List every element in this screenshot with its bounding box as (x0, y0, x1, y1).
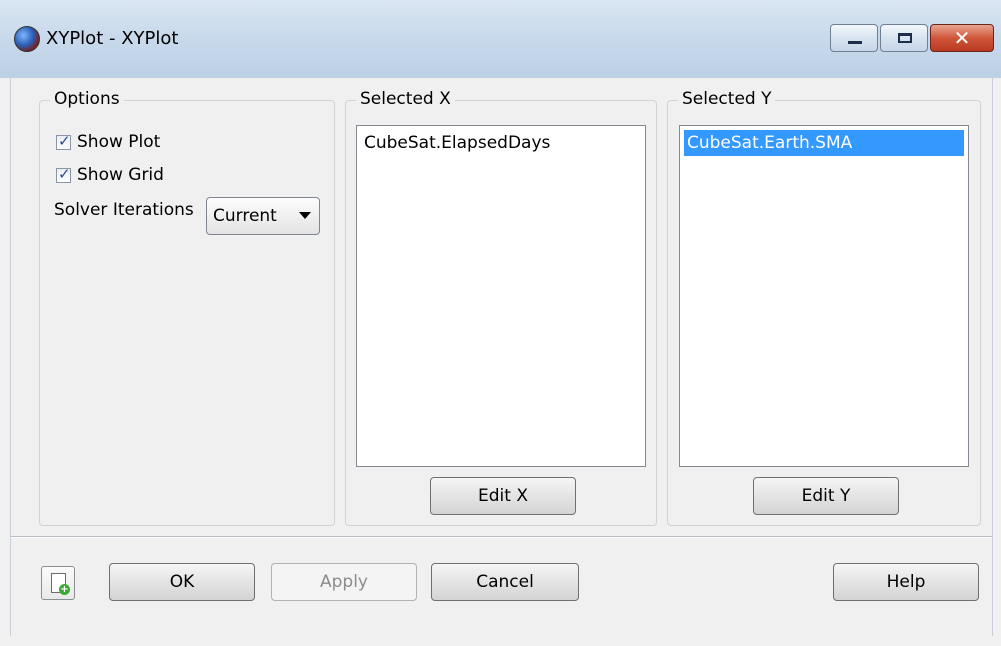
list-item[interactable]: CubeSat.Earth.SMA (684, 130, 964, 156)
checkmark-icon: ✓ (58, 131, 71, 150)
selected-x-list[interactable]: CubeSat.ElapsedDays (356, 125, 646, 467)
dialog-client-area: Options ✓ Show Plot ✓ Show Grid Solver I… (10, 78, 993, 636)
selected-y-list[interactable]: CubeSat.Earth.SMA (679, 125, 969, 467)
selected-y-group-label: Selected Y (678, 89, 776, 109)
show-plot-row[interactable]: ✓ Show Plot (56, 132, 160, 152)
apply-button[interactable]: Apply (271, 563, 417, 601)
selected-x-group-label: Selected X (356, 89, 455, 109)
show-grid-row[interactable]: ✓ Show Grid (56, 165, 164, 185)
window-title: XYPlot - XYPlot (46, 28, 179, 49)
minimize-button[interactable] (830, 24, 878, 52)
xyplot-window: XYPlot - XYPlot ✕ Options ✓ Show Plot ✓ … (0, 0, 1001, 646)
selected-y-group: Selected Y CubeSat.Earth.SMA Edit Y (667, 89, 981, 526)
maximize-icon (898, 33, 912, 43)
new-document-button[interactable]: + (41, 566, 75, 600)
solver-iterations-value: Current (213, 206, 277, 226)
minimize-icon (848, 41, 862, 44)
show-grid-checkbox[interactable]: ✓ (56, 164, 71, 183)
solver-iterations-select[interactable]: Current (206, 197, 320, 235)
show-grid-label: Show Grid (77, 165, 164, 185)
maximize-button[interactable] (880, 24, 928, 52)
caption-buttons: ✕ (830, 24, 994, 54)
options-group: Options ✓ Show Plot ✓ Show Grid Solver I… (39, 89, 335, 526)
help-button[interactable]: Help (833, 563, 979, 601)
solver-iterations-label: Solver Iterations (54, 200, 194, 220)
options-group-label: Options (50, 89, 124, 109)
checkmark-icon: ✓ (58, 164, 71, 183)
title-bar[interactable]: XYPlot - XYPlot ✕ (0, 0, 1001, 78)
app-globe-icon (14, 26, 40, 52)
edit-y-button[interactable]: Edit Y (753, 477, 899, 515)
selected-x-group: Selected X CubeSat.ElapsedDays Edit X (345, 89, 657, 526)
ok-button[interactable]: OK (109, 563, 255, 601)
show-plot-label: Show Plot (77, 132, 161, 152)
close-button[interactable]: ✕ (930, 24, 994, 52)
show-plot-checkbox[interactable]: ✓ (56, 131, 71, 150)
chevron-down-icon (299, 212, 311, 219)
footer-separator (11, 536, 992, 538)
add-icon: + (59, 584, 70, 595)
list-item[interactable]: CubeSat.ElapsedDays (361, 130, 641, 156)
edit-x-button[interactable]: Edit X (430, 477, 576, 515)
cancel-button[interactable]: Cancel (431, 563, 579, 601)
close-icon: ✕ (953, 26, 971, 50)
